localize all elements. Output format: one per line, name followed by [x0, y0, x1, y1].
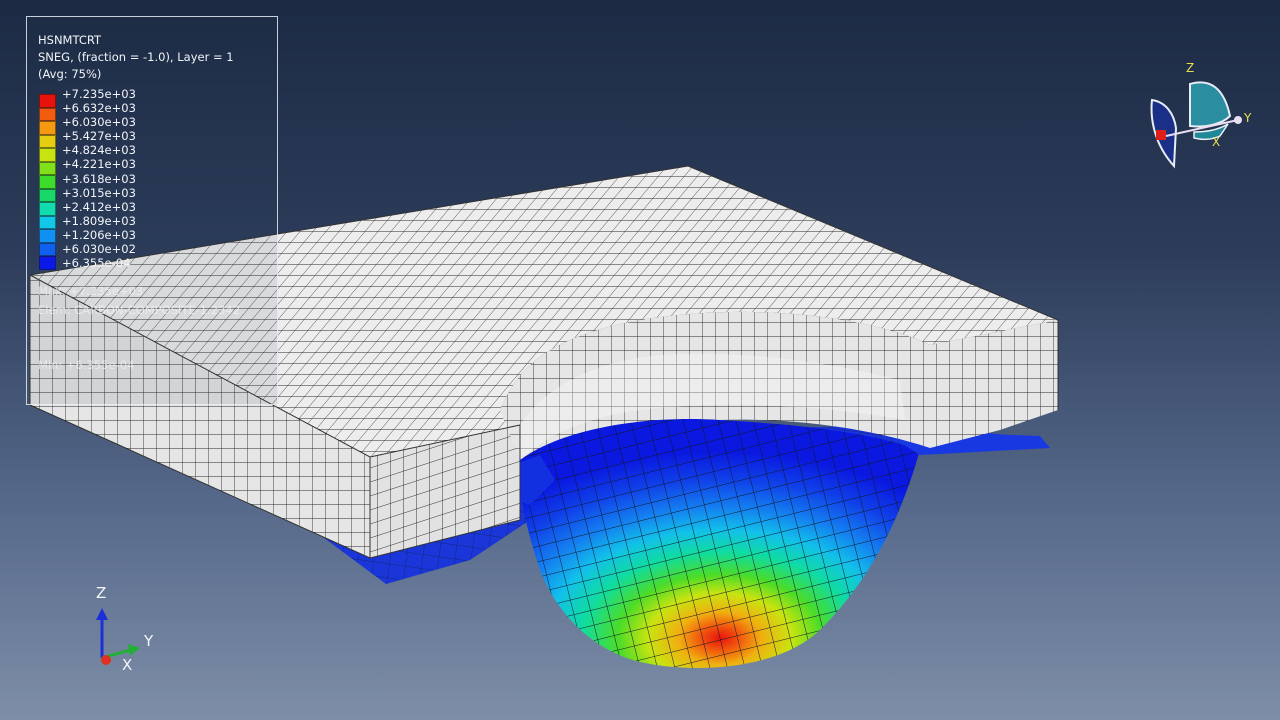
view-orientation-widget[interactable]: Z Y X	[1140, 58, 1260, 176]
legend-swatch	[39, 134, 56, 148]
legend-tick-labels: +7.235e+03 +6.632e+03 +6.030e+03 +5.427e+03…	[62, 87, 136, 270]
legend-tick-label: +6.030e+02	[62, 242, 136, 257]
legend-title: HSNMTCRT	[38, 33, 102, 47]
legend-tick-label: +4.221e+03	[62, 157, 136, 172]
legend-tick-label: +4.824e+03	[62, 143, 136, 158]
legend-swatch	[39, 94, 56, 108]
legend-swatch	[39, 202, 56, 216]
legend-tick-label: +1.206e+03	[62, 227, 136, 242]
legend-tick-label: +3.015e+03	[62, 185, 136, 200]
view-y-label: Y	[1243, 111, 1252, 125]
legend-tick-label: +5.427e+03	[62, 129, 136, 144]
triad-z-label: Z	[96, 584, 106, 602]
legend-swatch	[39, 242, 56, 256]
legend-subtitle: SNEG, (fraction = -1.0), Layer = 1	[38, 50, 234, 64]
contour-legend[interactable]: HSNMTCRT SNEG, (fraction = -1.0), Layer …	[26, 16, 278, 405]
triad-x-label: X	[122, 656, 132, 674]
triad-y-label: Y	[143, 632, 154, 650]
legend-tick-label: +1.809e+03	[62, 213, 136, 228]
legend-swatch	[39, 229, 56, 243]
deformed-bulge-mesh	[519, 419, 920, 669]
legend-swatch	[39, 175, 56, 189]
view-x-label: X	[1212, 135, 1220, 149]
legend-tick-label: +6.355e-04	[62, 256, 131, 271]
view-cube-top-face[interactable]	[1189, 81, 1232, 128]
view-axis-y-end	[1234, 116, 1242, 124]
legend-tick-label: +6.030e+03	[62, 115, 136, 130]
x-axis-marker	[101, 655, 111, 665]
view-cube-marker	[1156, 130, 1166, 140]
legend-element-label: Elem: CARBON-COMPOSITE-1.2342	[38, 303, 241, 317]
z-axis-arrow	[96, 608, 108, 620]
global-axis-triad: Z Y X	[96, 584, 154, 674]
legend-tick-label: +6.632e+03	[62, 101, 136, 116]
legend-tick-label: +3.618e+03	[62, 171, 136, 186]
legend-tick-label: +7.235e+03	[62, 87, 136, 101]
viewport[interactable]: HSNMTCRT SNEG, (fraction = -1.0), Layer …	[0, 0, 1280, 720]
legend-swatch	[39, 256, 56, 270]
view-z-label: Z	[1186, 61, 1194, 75]
y-axis-arrow	[128, 644, 140, 656]
legend-max-value: Max: +7.235e+03	[38, 284, 144, 298]
legend-swatch	[39, 215, 56, 229]
legend-average: (Avg: 75%)	[38, 67, 102, 81]
legend-swatch	[39, 161, 56, 175]
legend-tick-label: +2.412e+03	[62, 199, 136, 214]
legend-swatch	[39, 148, 56, 162]
legend-swatch	[39, 121, 56, 135]
legend-color-bar	[39, 94, 56, 270]
legend-min-value: Min: +6.355e-04	[38, 358, 135, 372]
legend-swatch	[39, 107, 56, 121]
legend-swatch	[39, 188, 56, 202]
